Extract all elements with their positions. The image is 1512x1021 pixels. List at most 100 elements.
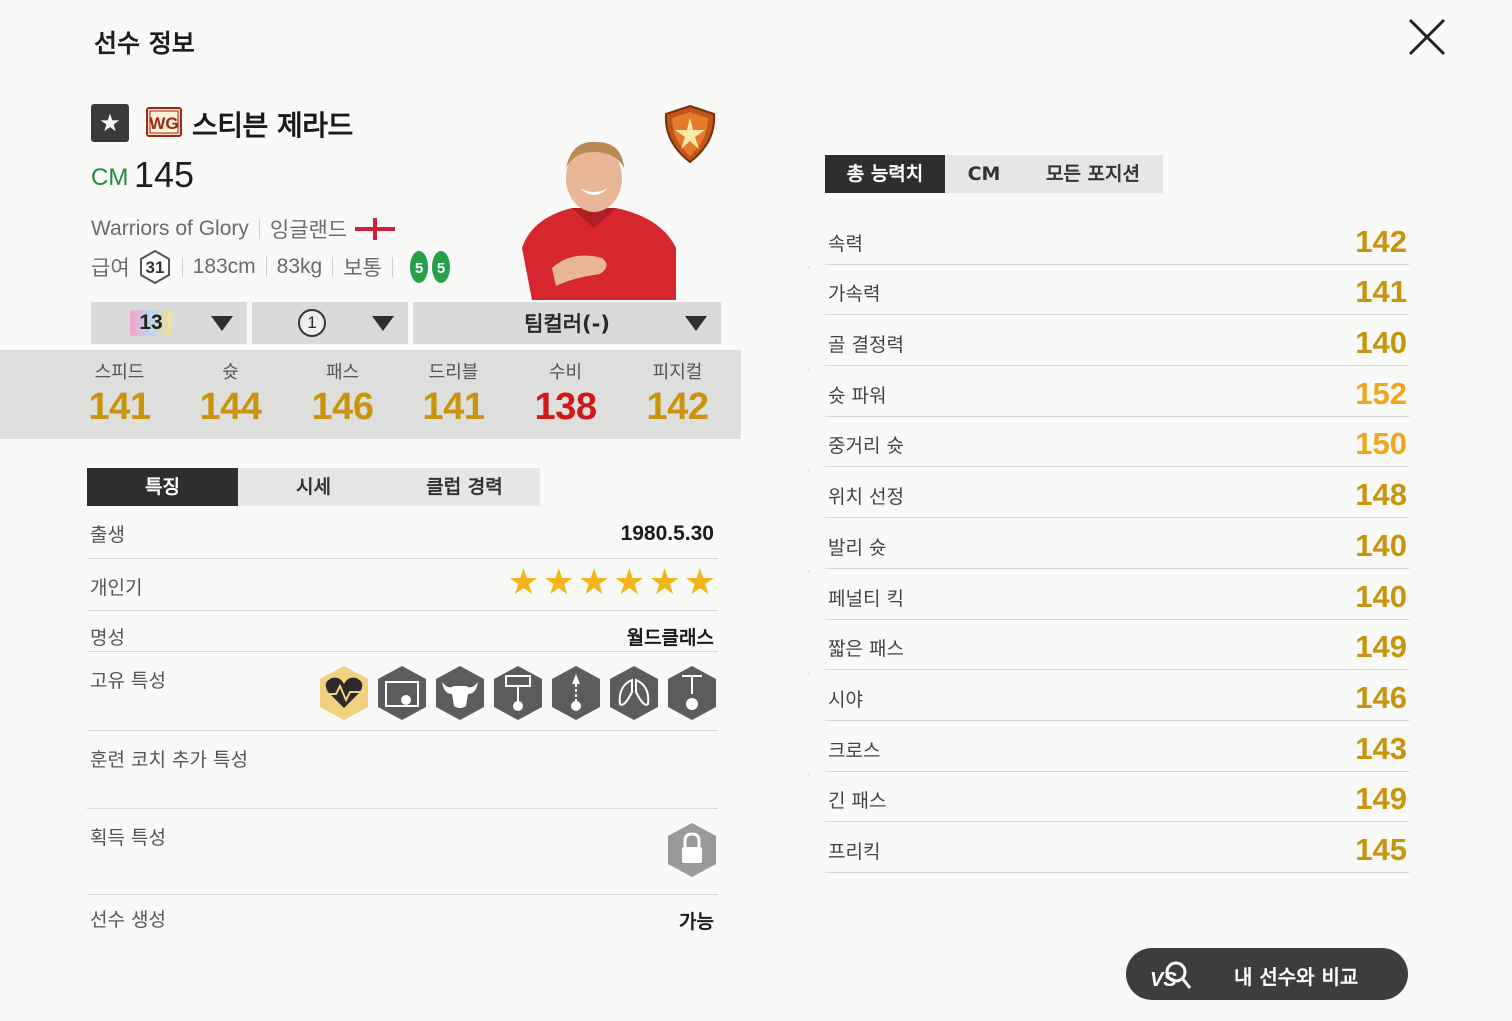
stat-value: 142	[646, 386, 709, 428]
tab-cm[interactable]: CM	[945, 155, 1023, 193]
team-nation-line: Warriors of Glory 잉글랜드	[91, 214, 396, 244]
stat-value: 141	[88, 386, 151, 428]
tab-market-price[interactable]: 시세	[238, 468, 389, 506]
attribute-row: 긴 패스 149	[825, 772, 1409, 823]
coach-traits-row: 훈련 코치 추가 특성	[87, 731, 718, 809]
attribute-label: 발리 슛	[828, 536, 887, 559]
team-color-dropdown[interactable]: 팀컬러(-)	[413, 302, 721, 344]
right-foot-value: 5	[437, 260, 445, 277]
player-creation-row: 선수 생성 가능	[87, 895, 718, 941]
player-overall: 145	[134, 154, 195, 195]
playmaker-trait-icon[interactable]	[492, 664, 544, 722]
info-tabs: 특징 시세 클럽 경력	[87, 468, 540, 506]
summary-stats-band: 스피드 141 슛 144 패스 146 드리블 141 수비 138 피지컬 142	[0, 350, 741, 439]
attribute-label: 프리킥	[828, 841, 881, 864]
attribute-row: 가속력 141	[825, 265, 1409, 316]
enhance-level-dropdown[interactable]: 13	[91, 302, 247, 344]
tab-total-stats[interactable]: 총 능력치	[825, 155, 945, 193]
divider-tick	[808, 774, 810, 775]
stat-value: 146	[311, 386, 374, 428]
stat-label: 드리블	[428, 362, 479, 383]
divider-tick	[808, 571, 810, 572]
coach-traits-label: 훈련 코치 추가 특성	[90, 749, 248, 771]
attribute-value: 150	[1355, 426, 1407, 462]
tab-club-history[interactable]: 클럽 경력	[389, 468, 540, 506]
attribute-value: 140	[1355, 578, 1407, 614]
lungs-trait-icon[interactable]	[608, 664, 660, 722]
attribute-value: 140	[1355, 325, 1407, 361]
long-pass-trait-icon[interactable]	[550, 664, 602, 722]
attribute-value: 143	[1355, 730, 1407, 766]
popularity-stars: ★ ★ ★ ★ ★ ★	[507, 565, 716, 601]
player-photo	[522, 141, 676, 300]
attribute-label: 페널티 킥	[828, 587, 904, 610]
attribute-label: 중거리 슛	[828, 435, 904, 458]
stat-label: 패스	[325, 362, 360, 383]
attribute-label: 골 결정력	[828, 334, 904, 357]
england-flag-icon	[355, 218, 396, 240]
traits-label: 고유 특성	[90, 670, 166, 692]
attribute-value: 149	[1355, 781, 1407, 817]
season-badge-icon: WG	[146, 107, 182, 137]
close-icon[interactable]	[1406, 16, 1448, 58]
salary-hex-icon: 31	[139, 250, 170, 284]
birth-row: 출생 1980.5.30	[87, 506, 718, 559]
left-foot-icon: 5	[409, 251, 428, 283]
stat-shooting: 슛 144	[175, 358, 286, 429]
option-dropdown[interactable]: 1	[252, 302, 408, 344]
long-shot-trait-icon[interactable]	[376, 664, 428, 722]
vs-search-icon: VS	[1150, 961, 1192, 991]
reputation-label: 명성	[90, 627, 125, 649]
stat-physical: 피지컬 142	[622, 358, 733, 429]
player-creation-value: 가능	[679, 912, 714, 933]
body-type-value: 보통	[343, 257, 382, 280]
attribute-tabs: 총 능력치 CM 모든 포지션	[825, 155, 1163, 193]
star-icon: ★	[577, 562, 611, 603]
tab-all-positions[interactable]: 모든 포지션	[1023, 155, 1163, 193]
stat-value: 138	[534, 386, 597, 428]
attribute-label: 위치 선정	[828, 486, 904, 509]
stat-label: 슛	[222, 362, 239, 383]
option-count-badge: 1	[298, 309, 326, 337]
team-crest-icon	[664, 104, 716, 164]
attribute-row: 위치 선정 148	[825, 468, 1409, 519]
season-badge-label: WG	[149, 114, 178, 133]
weight-value: 83kg	[276, 255, 323, 278]
stat-dribbling: 드리블 141	[398, 358, 509, 429]
attribute-row: 페널티 킥 140	[825, 569, 1409, 620]
height-value: 183cm	[192, 255, 256, 278]
star-icon: ★	[91, 104, 129, 142]
player-creation-label: 선수 생성	[90, 909, 166, 931]
bull-trait-icon[interactable]	[434, 664, 486, 722]
attribute-value: 152	[1355, 375, 1407, 411]
traits-row: 고유 특성	[87, 652, 718, 731]
salary-value: 31	[145, 258, 164, 277]
stat-value: 141	[422, 386, 485, 428]
cross-trait-icon[interactable]	[666, 664, 718, 722]
birth-value: 1980.5.30	[620, 522, 714, 545]
chevron-down-icon	[685, 316, 707, 331]
tab-traits[interactable]: 특징	[87, 468, 238, 506]
attribute-value: 141	[1355, 274, 1407, 310]
stat-speed: 스피드 141	[64, 358, 175, 429]
attribute-label: 가속력	[828, 283, 881, 306]
popularity-row: 개인기 ★ ★ ★ ★ ★ ★	[87, 559, 718, 611]
stat-label: 수비	[548, 362, 583, 383]
reputation-value: 월드클래스	[626, 628, 714, 649]
star-icon: ★	[648, 562, 681, 603]
heart-trait-icon[interactable]	[318, 664, 370, 722]
attribute-row: 시야 146	[825, 670, 1409, 721]
compare-with-my-player-button[interactable]: VS 내 선수와 비교	[1126, 948, 1408, 1000]
acquired-traits-row: 획득 특성	[87, 809, 718, 895]
popularity-label: 개인기	[90, 577, 143, 599]
lock-icon[interactable]	[666, 821, 718, 879]
attribute-row: 속력 142	[825, 214, 1409, 265]
left-foot-value: 5	[415, 260, 423, 277]
attribute-row: 짧은 패스 149	[825, 620, 1409, 671]
divider-tick	[808, 470, 810, 471]
attribute-label: 크로스	[828, 739, 881, 762]
attribute-row: 크로스 143	[825, 721, 1409, 772]
stat-value: 144	[199, 386, 262, 428]
attribute-row: 슛 파워 152	[825, 366, 1409, 417]
page-title: 선수 정보	[94, 29, 195, 58]
